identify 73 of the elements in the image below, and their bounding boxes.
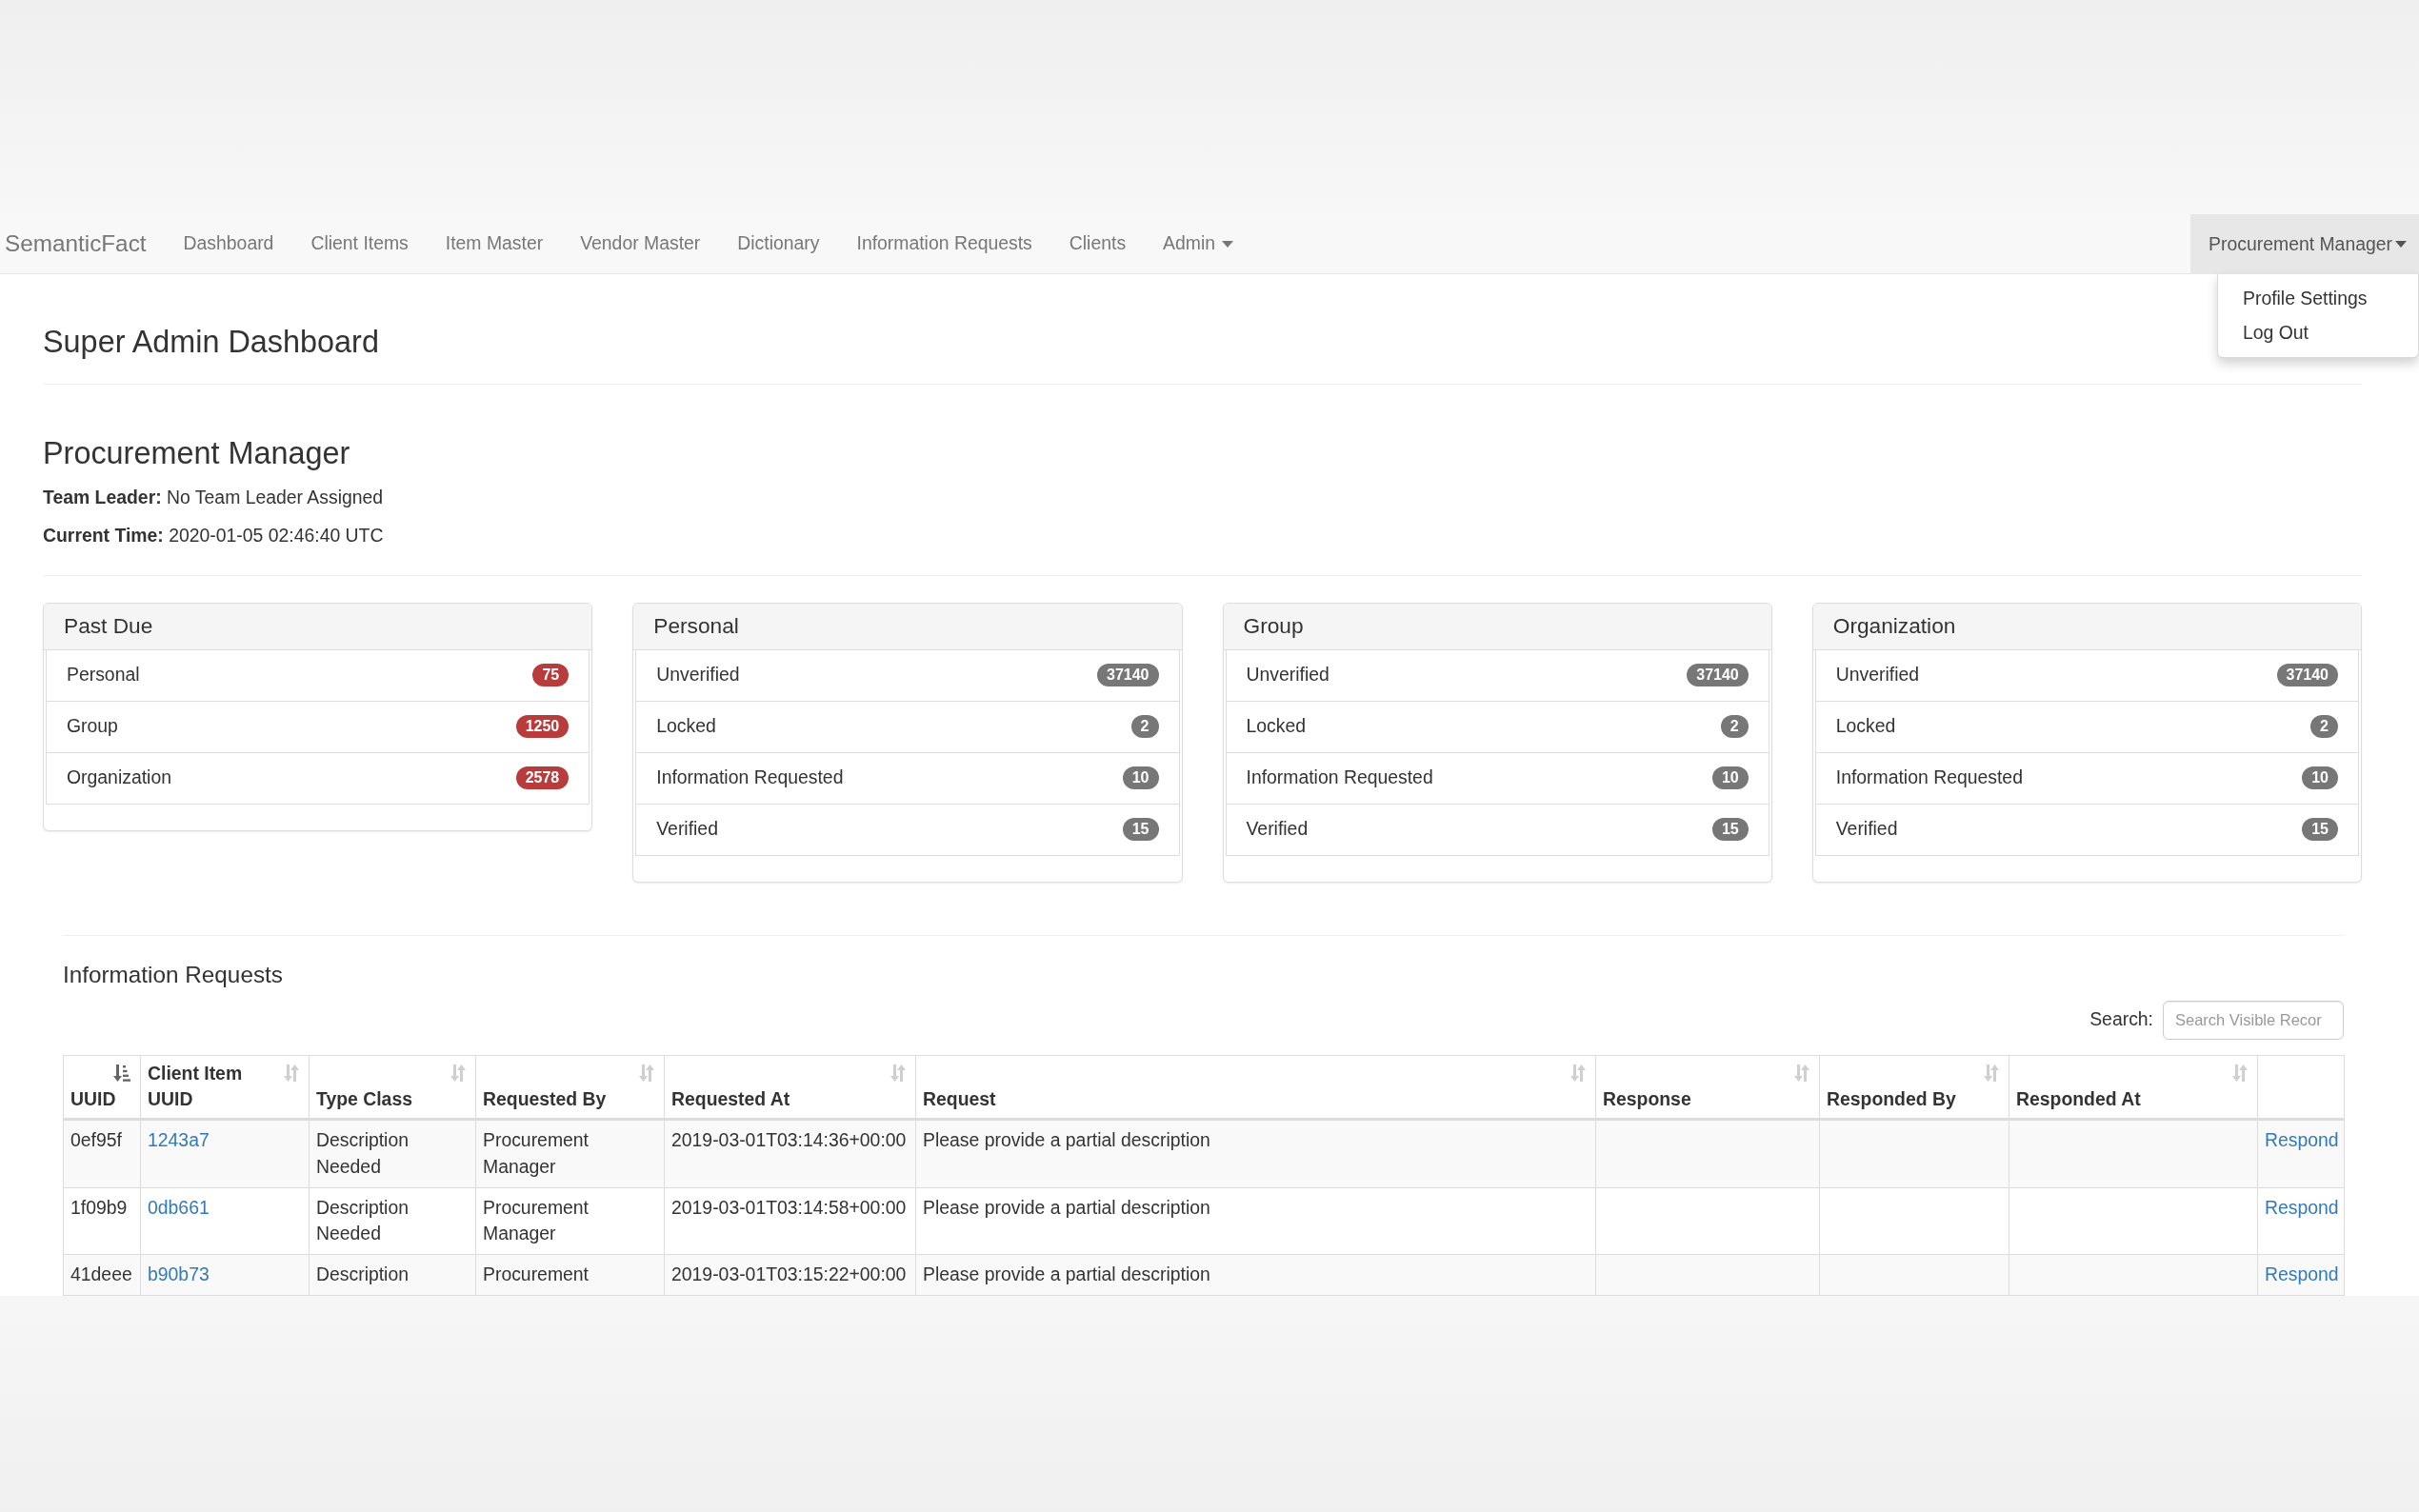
item-label: Group: [67, 714, 118, 739]
count-badge: 2578: [515, 766, 570, 790]
item-link[interactable]: 1243a7: [148, 1129, 210, 1151]
nav-link[interactable]: Item Master: [427, 214, 562, 273]
nav-link[interactable]: Dashboard: [165, 214, 292, 273]
count-badge: 15: [1122, 818, 1159, 842]
table-cell: 0ef95f: [63, 1119, 141, 1187]
item-label: Locked: [1246, 714, 1307, 739]
count-badge: 1250: [515, 715, 570, 739]
item-label: Information Requested: [1246, 766, 1433, 790]
item-label: Information Requested: [656, 766, 844, 790]
nav-link[interactable]: Vendor Master: [561, 214, 719, 273]
menu-item[interactable]: Log Out: [2218, 315, 2418, 350]
item-link[interactable]: b90b73: [148, 1263, 210, 1284]
item-label: Unverified: [1246, 663, 1329, 687]
item-label: Unverified: [656, 663, 740, 687]
menu-item[interactable]: Profile Settings: [2218, 282, 2418, 316]
count-badge: 10: [2302, 766, 2338, 790]
brand-link[interactable]: SemanticFact: [0, 214, 166, 273]
item-link[interactable]: 0db661: [148, 1196, 210, 1218]
search-field[interactable]: Search Visible Recor: [2163, 1000, 2344, 1040]
table-cell: Description: [309, 1254, 476, 1296]
count-badge: 37140: [2276, 664, 2338, 687]
table-title: Information Requests: [63, 960, 283, 989]
nav-link[interactable]: Client Items: [291, 214, 428, 273]
table-cell: 41deee: [63, 1254, 141, 1296]
page-title: Super Admin Dashboard: [43, 326, 379, 360]
item-label: Locked: [1835, 714, 1896, 739]
table-cell: Procurement: [475, 1254, 665, 1296]
table-cell: Procurement Manager: [475, 1187, 665, 1255]
nav-link[interactable]: Information Requests: [838, 214, 1051, 273]
card-header: Group: [1223, 603, 1771, 650]
count-badge: 10: [1711, 766, 1749, 790]
item-label: Verified: [1246, 817, 1309, 842]
item-label: Personal: [67, 663, 140, 687]
search-label: Search:: [2089, 1007, 2153, 1032]
count-badge: 10: [1122, 766, 1159, 790]
count-badge: 75: [532, 664, 570, 687]
count-badge: 15: [1711, 818, 1749, 842]
item-label: Information Requested: [1835, 766, 2023, 790]
table-cell: Please provide a partial description: [915, 1187, 1596, 1255]
user-menu-button[interactable]: Procurement Manager: [2190, 214, 2419, 273]
table-cell: Description Needed: [309, 1187, 476, 1255]
table-cell: Please provide a partial description: [915, 1119, 1596, 1187]
item-label: Organization: [67, 766, 171, 790]
count-badge: 2: [2310, 715, 2338, 739]
card-header: Past Due: [44, 603, 592, 650]
item-label: Verified: [656, 817, 718, 842]
table-cell: Procurement Manager: [475, 1119, 665, 1187]
count-badge: 37140: [1097, 664, 1159, 687]
table-cell: 1f09b9: [63, 1187, 141, 1255]
team-leader-text: Team Leader: No Team Leader Assigned: [43, 486, 384, 510]
card-header: Organization: [1812, 603, 2361, 650]
table-cell: Please provide a partial description: [915, 1254, 1596, 1296]
count-badge: 15: [2302, 818, 2338, 842]
caret-icon: [1222, 240, 1234, 248]
item-label: Verified: [1835, 817, 1898, 842]
count-badge: 37140: [1687, 664, 1749, 687]
card-header: Personal: [633, 603, 1182, 650]
table-cell: 2019-03-01T03:14:58+00:00: [664, 1187, 916, 1255]
table-cell: 2019-03-01T03:14:36+00:00: [664, 1119, 916, 1187]
item-label: Unverified: [1835, 663, 1920, 687]
nav-link[interactable]: Admin: [1144, 214, 1252, 273]
section-heading: Procurement Manager: [43, 436, 350, 471]
table-cell: Description Needed: [309, 1119, 476, 1187]
caret-icon: [2395, 240, 2407, 248]
table-cell: 2019-03-01T03:15:22+00:00: [664, 1254, 916, 1296]
item-label: Locked: [656, 714, 716, 739]
current-time-text: Current Time: 2020-01-05 02:46:40 UTC: [43, 524, 384, 547]
count-badge: 2: [1720, 715, 1749, 739]
count-badge: 2: [1130, 715, 1159, 739]
nav-link[interactable]: Dictionary: [718, 214, 838, 273]
nav-link[interactable]: Clients: [1050, 214, 1145, 273]
